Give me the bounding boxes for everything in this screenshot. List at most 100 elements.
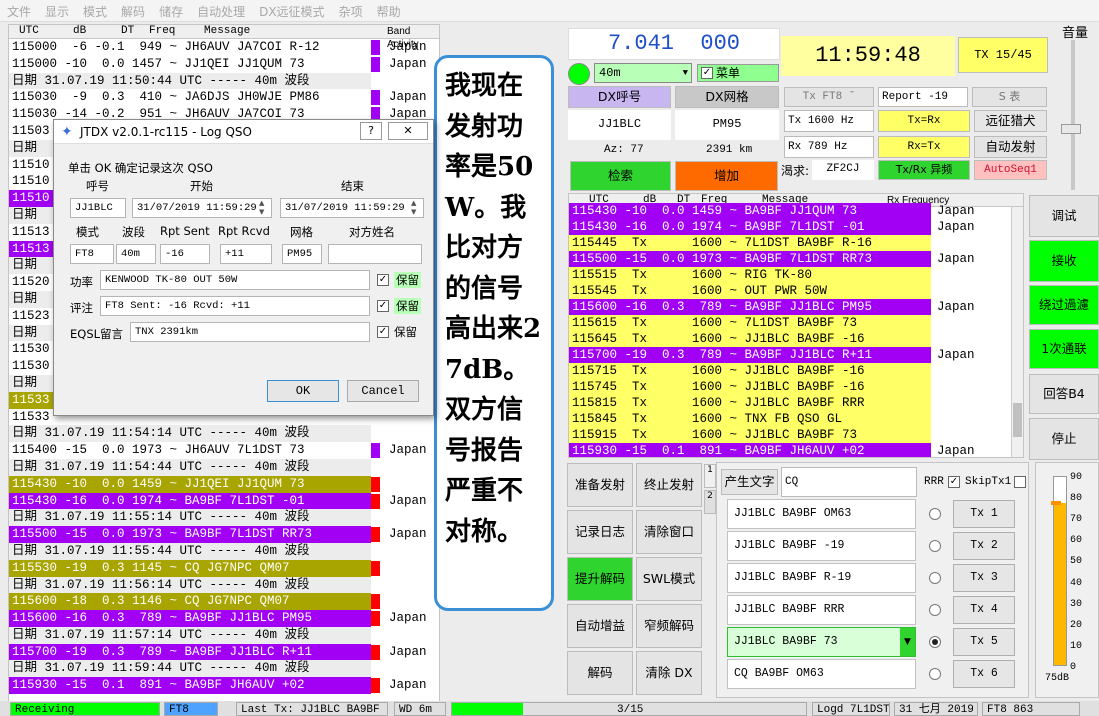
cancel-button[interactable]: Cancel [347, 380, 419, 402]
tx4-message-field[interactable]: JJ1BLC BA9BF RRR [727, 595, 916, 625]
rx-tx-row[interactable]: 115845 Tx 1600 ~ TNX FB QSO GL [569, 411, 1023, 427]
log-qso-button[interactable]: 记录日志 [567, 510, 633, 554]
generate-messages-button[interactable]: 产生文字 [721, 469, 778, 495]
tx4-radio[interactable] [929, 604, 941, 616]
band-decode-row[interactable]: 115600 -18 0.3 1146 ~ CQ JG7NPC QM07 Japa… [9, 593, 439, 611]
band-decode-row[interactable]: 115430 -10 0.0 1459 ~ JJ1QEI JJ1QUM 73 Ja… [9, 475, 439, 493]
tx5-dropdown-icon[interactable]: ▼ [900, 628, 915, 656]
end-field[interactable]: 31/07/2019 11:59:29 [280, 198, 424, 218]
rx-decode-row[interactable]: 115500 -15 0.0 1973 ~ BA9BF 7L1DST RR73 J… [569, 251, 1023, 267]
close-icon[interactable]: ✕ [388, 122, 428, 140]
tx-count-button[interactable]: TX 15/45 [958, 37, 1048, 73]
monitor-button[interactable]: 接收 [1029, 240, 1099, 282]
menu-checkbox-container[interactable]: ✓ 菜单 [697, 64, 779, 82]
tx1-button[interactable]: Tx 1 [953, 500, 1015, 528]
rx-scrollbar[interactable] [1011, 207, 1023, 457]
band-date-separator[interactable]: 日期 31.07.19 11:57:14 UTC ----- 40m 波段 [9, 626, 439, 644]
decode-button[interactable]: 解码 [567, 651, 633, 695]
help-button[interactable]: ? [360, 122, 382, 140]
rpt-sent-field[interactable]: -16 [160, 244, 210, 264]
clear-window-button[interactable]: 清除窗口 [636, 510, 702, 554]
band-decode-row[interactable]: 115600 -16 0.3 789 ~ BA9BF JJ1BLC PM95 Ja… [9, 610, 439, 627]
menu-save[interactable]: 储存 [152, 0, 190, 20]
rx-tx-row[interactable]: 115915 Tx 1600 ~ JJ1BLC BA9BF 73 [569, 427, 1023, 443]
keep-eqsl-checkbox[interactable]: ✓ [377, 326, 389, 338]
band-date-separator[interactable]: 日期 31.07.19 11:55:44 UTC ----- 40m 波段 [9, 542, 439, 560]
menu-auto[interactable]: 自动处理 [190, 0, 252, 20]
band-decode-row[interactable]: 115530 -19 0.3 1145 ~ CQ JG7NPC QM07 Japa… [9, 559, 439, 577]
end-spinner-icon[interactable]: ▲ ▼ [411, 199, 416, 217]
report-spinner[interactable]: Report -19 [878, 87, 968, 107]
auto-tx-button[interactable]: 自动发射 [974, 136, 1047, 158]
tx5-radio[interactable] [929, 636, 941, 648]
tx6-radio[interactable] [929, 668, 941, 680]
dx-grid-button[interactable]: DX网格 [675, 86, 779, 108]
band-date-separator[interactable]: 日期 31.07.19 11:59:44 UTC ----- 40m 波段 [9, 660, 439, 678]
band-date-separator[interactable]: 日期 31.07.19 11:54:44 UTC ----- 40m 波段 [9, 458, 439, 476]
rx-tx-row[interactable]: 115715 Tx 1600 ~ JJ1BLC BA9BF -16 [569, 363, 1023, 379]
boost-decode-button[interactable]: 提升解码 [567, 557, 633, 601]
tx2-radio[interactable] [929, 540, 941, 552]
swl-mode-button[interactable]: SWL模式 [636, 557, 702, 601]
band-decode-row[interactable]: 115030 -9 0.3 410 ~ JA6DJS JH0WJE PM86 Ja… [9, 89, 439, 106]
menu-misc[interactable]: 杂项 [332, 0, 370, 20]
skiptx1-checkbox[interactable] [1014, 476, 1026, 488]
tx5-button[interactable]: Tx 5 [953, 628, 1015, 656]
menu-checkbox[interactable]: ✓ [701, 67, 713, 79]
menu-mode[interactable]: 模式 [76, 0, 114, 20]
rx-decode-row[interactable]: 115430 -10 0.0 1459 ~ BA9BF JJ1QUM 73 Jap… [569, 203, 1023, 219]
eqsl-field[interactable]: TNX 2391km [130, 322, 370, 342]
menu-help[interactable]: 帮助 [370, 0, 408, 20]
band-decode-row[interactable]: 115430 -16 0.0 1974 ~ BA9BF 7L1DST -01 Ja… [9, 492, 439, 510]
band-date-separator[interactable]: 日期 31.07.19 11:56:14 UTC ----- 40m 波段 [9, 576, 439, 594]
name-field[interactable] [328, 244, 422, 264]
rx-freq-value[interactable]: 789 [808, 141, 828, 153]
add-button[interactable]: 增加 [675, 161, 778, 191]
start-spinner-icon[interactable]: ▲ ▼ [259, 199, 264, 217]
clear-dx-button[interactable]: 清除 DX [636, 651, 702, 695]
tx2-message-field[interactable]: JJ1BLC BA9BF -19 [727, 531, 916, 561]
answer-b4-button[interactable]: 回答B4 [1029, 374, 1099, 414]
dx-call-field[interactable]: JJ1BLC [568, 110, 671, 140]
menu-decode[interactable]: 解码 [114, 0, 152, 20]
rx-tx-row[interactable]: 115815 Tx 1600 ~ JJ1BLC BA9BF RRR [569, 395, 1023, 411]
comment-field[interactable]: FT8 Sent: -16 Rcvd: +11 [100, 296, 370, 316]
rx-tx-row[interactable]: 115645 Tx 1600 ~ JJ1BLC BA9BF -16 [569, 331, 1023, 347]
skip-filter-button[interactable]: 绕过過濾 [1029, 285, 1099, 325]
mode-field[interactable]: FT8 [70, 244, 114, 264]
stop-button[interactable]: 停止 [1029, 418, 1099, 460]
tx5-message-field[interactable]: JJ1BLC BA9BF 73 [727, 627, 916, 657]
grid-field[interactable]: PM95 [282, 244, 322, 264]
tab-1[interactable]: 1 [704, 464, 716, 488]
dx-hunt-button[interactable]: 远征猎犬 [974, 110, 1047, 132]
start-field[interactable]: 31/07/2019 11:59:29 [132, 198, 272, 218]
rrr-checkbox[interactable]: ✓ [948, 476, 960, 488]
mode-dropdown[interactable]: Tx FT8 ˇ [784, 87, 874, 107]
keep-comment-checkbox[interactable]: ✓ [377, 300, 389, 312]
dx-grid-field[interactable]: PM95 [675, 110, 779, 140]
band-date-separator[interactable]: 日期 31.07.19 11:55:14 UTC ----- 40m 波段 [9, 509, 439, 527]
rx-decode-row[interactable]: 115600 -16 0.3 789 ~ BA9BF JJ1BLC PM95 Ja… [569, 299, 1023, 315]
tx6-message-field[interactable]: CQ BA9BF OM63 [727, 659, 916, 689]
tx6-button[interactable]: Tx 6 [953, 660, 1015, 688]
band-decode-row[interactable]: 115400 -15 0.0 1973 ~ JH6AUV 7L1DST 73 Ja… [9, 442, 439, 459]
lookup-button[interactable]: 检索 [570, 161, 671, 191]
tx3-button[interactable]: Tx 3 [953, 564, 1015, 592]
rx-tx-row[interactable]: 115615 Tx 1600 ~ 7L1DST BA9BF 73 [569, 315, 1023, 331]
dx-call-button[interactable]: DX呼号 [568, 86, 671, 108]
band-date-separator[interactable]: 日期 31.07.19 11:54:14 UTC ----- 40m 波段 [9, 425, 439, 443]
tx4-button[interactable]: Tx 4 [953, 596, 1015, 624]
rx-decode-row[interactable]: 115700 -19 0.3 789 ~ BA9BF JJ1BLC R+11 Ja… [569, 347, 1023, 363]
cq-field[interactable]: CQ [781, 467, 917, 497]
rx-tx-row[interactable]: 115515 Tx 1600 ~ RIG TK-80 [569, 267, 1023, 283]
call-field[interactable]: JJ1BLC [70, 198, 126, 218]
agc-button[interactable]: 自动增益 [567, 604, 633, 648]
tx-eq-rx-button[interactable]: Tx=Rx [878, 110, 970, 132]
ok-button[interactable]: OK [267, 380, 339, 402]
tx2-button[interactable]: Tx 2 [953, 532, 1015, 560]
volume-slider-handle[interactable] [1061, 124, 1081, 134]
rx-decode-row[interactable]: 115930 -15 0.1 891 ~ BA9BF JH6AUV +02 Jap… [569, 443, 1023, 457]
band-decode-row[interactable]: 115930 -15 0.1 891 ~ BA9BF JH6AUV +02 Jap… [9, 677, 439, 695]
tx1-radio[interactable] [929, 508, 941, 520]
band-date-separator[interactable]: 日期 31.07.19 11:50:44 UTC ----- 40m 波段 [9, 72, 439, 90]
